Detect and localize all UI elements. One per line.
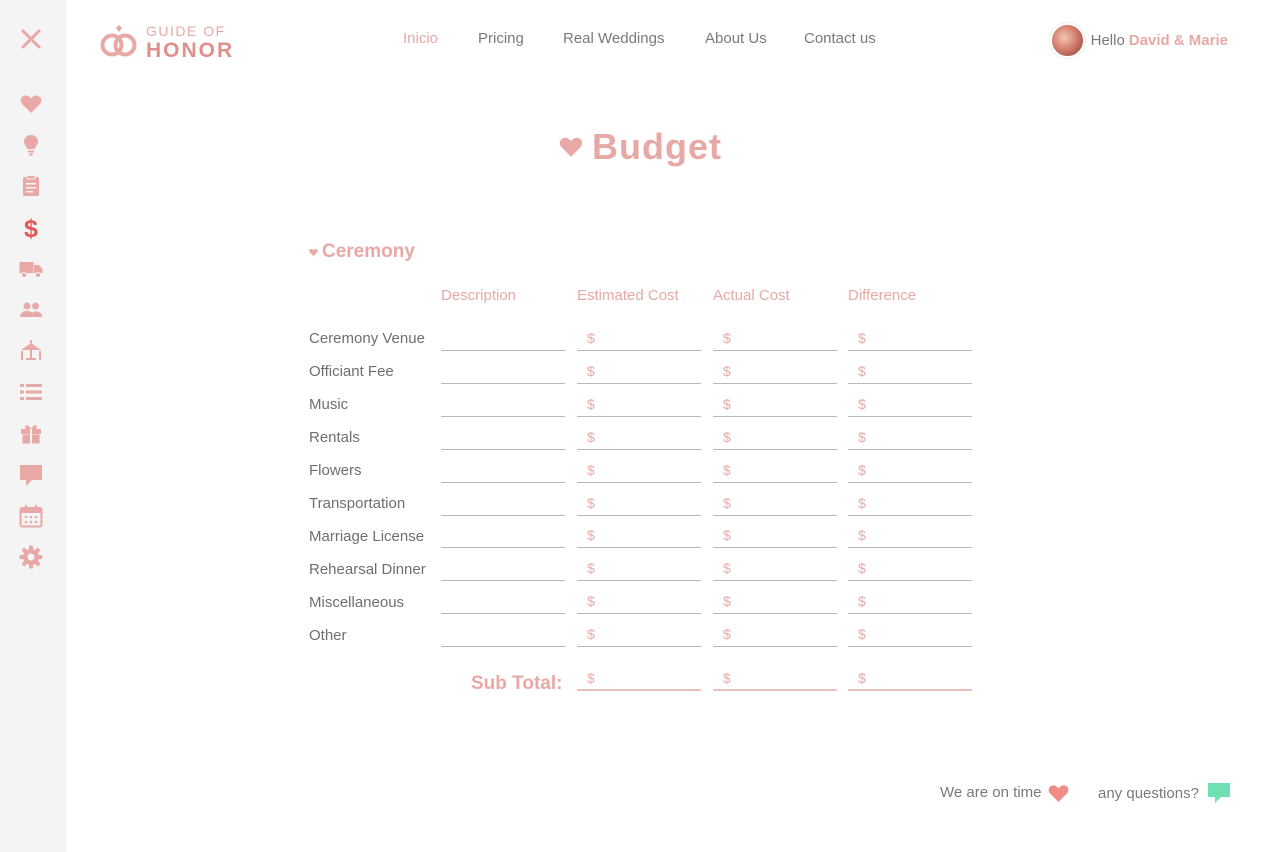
difference-field[interactable]: $ <box>848 426 972 450</box>
row-label: Flowers <box>309 462 362 479</box>
section-title: Ceremony <box>322 241 415 262</box>
chat-icon[interactable] <box>18 462 44 488</box>
description-input[interactable] <box>441 393 565 417</box>
actual-cost-input[interactable]: $ <box>713 459 837 483</box>
difference-field[interactable]: $ <box>848 524 972 548</box>
row-label: Rehearsal Dinner <box>309 561 426 578</box>
on-time-label: We are on time <box>940 784 1042 801</box>
estimated-cost-input[interactable]: $ <box>577 327 701 351</box>
estimated-cost-input[interactable]: $ <box>577 590 701 614</box>
page-header: Budget <box>0 126 1280 168</box>
actual-cost-input[interactable]: $ <box>713 492 837 516</box>
list-icon[interactable] <box>18 379 44 405</box>
actual-cost-input[interactable]: $ <box>713 590 837 614</box>
nav-pricing[interactable]: Pricing <box>478 30 524 47</box>
on-time-status[interactable]: We are on time <box>940 782 1070 803</box>
row-label: Ceremony Venue <box>309 330 425 347</box>
row-label: Transportation <box>309 495 406 512</box>
description-input[interactable] <box>441 426 565 450</box>
estimated-cost-input[interactable]: $ <box>577 393 701 417</box>
logo-line1: GUIDE OF <box>146 22 226 39</box>
difference-field[interactable]: $ <box>848 360 972 384</box>
user-name[interactable]: David & Marie <box>1129 32 1228 49</box>
estimated-cost-input[interactable]: $ <box>577 524 701 548</box>
gear-icon[interactable] <box>18 544 44 570</box>
actual-cost-input[interactable]: $ <box>713 426 837 450</box>
row-label: Music <box>309 396 349 413</box>
user-menu[interactable]: Hello David & Marie <box>1049 23 1228 58</box>
description-input[interactable] <box>441 360 565 384</box>
heart-icon <box>1049 785 1069 803</box>
description-input[interactable] <box>441 524 565 548</box>
page-title: Budget <box>592 126 722 167</box>
column-header-difference: Difference <box>848 287 917 304</box>
nav-real-weddings[interactable]: Real Weddings <box>563 30 664 47</box>
gift-icon[interactable] <box>18 420 44 446</box>
heart-icon <box>559 137 583 157</box>
clipboard-icon[interactable] <box>18 173 44 199</box>
estimated-cost-input[interactable]: $ <box>577 360 701 384</box>
description-input[interactable] <box>441 327 565 351</box>
column-header-actual-cost: Actual Cost <box>713 287 790 304</box>
estimated-cost-input[interactable]: $ <box>577 557 701 581</box>
actual-cost-input[interactable]: $ <box>713 557 837 581</box>
row-label: Other <box>309 627 347 644</box>
difference-field[interactable]: $ <box>848 492 972 516</box>
avatar[interactable] <box>1049 23 1085 58</box>
section-toggle-ceremony[interactable]: Ceremony <box>309 241 415 263</box>
actual-cost-input[interactable]: $ <box>713 623 837 647</box>
row-label: Rentals <box>309 429 360 446</box>
row-label: Marriage License <box>309 528 425 545</box>
difference-field[interactable]: $ <box>848 327 972 351</box>
description-input[interactable] <box>441 459 565 483</box>
column-header-description: Description <box>441 287 517 304</box>
table-seating-icon[interactable] <box>18 338 44 364</box>
difference-field[interactable]: $ <box>848 393 972 417</box>
difference-field[interactable]: $ <box>848 590 972 614</box>
actual-cost-input[interactable]: $ <box>713 524 837 548</box>
description-input[interactable] <box>441 623 565 647</box>
top-navigation: GUIDE OF HONOR Inicio Pricing Real Weddi… <box>66 0 1280 80</box>
questions-label: any questions? <box>1098 784 1199 802</box>
estimated-cost-input[interactable]: $ <box>577 426 701 450</box>
chat-icon <box>1207 783 1230 803</box>
actual-cost-input[interactable]: $ <box>713 360 837 384</box>
difference-field[interactable]: $ <box>848 623 972 647</box>
nav-inicio[interactable]: Inicio <box>403 30 438 47</box>
subtotal-label: Sub Total: <box>471 673 563 694</box>
subtotal-difference: $ <box>848 667 972 691</box>
description-input[interactable] <box>441 492 565 516</box>
truck-icon[interactable] <box>18 256 44 282</box>
difference-field[interactable]: $ <box>848 557 972 581</box>
nav-contact-us[interactable]: Contact us <box>804 30 876 47</box>
estimated-cost-input[interactable]: $ <box>577 492 701 516</box>
estimated-cost-input[interactable]: $ <box>577 623 701 647</box>
actual-cost-input[interactable]: $ <box>713 393 837 417</box>
difference-field[interactable]: $ <box>848 459 972 483</box>
close-icon[interactable] <box>18 26 44 52</box>
description-input[interactable] <box>441 590 565 614</box>
logo-line2: HONOR <box>146 38 235 62</box>
nav-about-us[interactable]: About Us <box>705 30 767 47</box>
logo[interactable]: GUIDE OF HONOR <box>100 22 234 62</box>
row-label: Officiant Fee <box>309 363 394 380</box>
subtotal-actual: $ <box>713 667 837 691</box>
calendar-icon[interactable] <box>18 503 44 529</box>
row-label: Miscellaneous <box>309 594 405 611</box>
heart-icon[interactable] <box>18 91 44 117</box>
guests-icon[interactable] <box>18 297 44 323</box>
user-greeting: Hello <box>1090 32 1125 49</box>
subtotal-estimated: $ <box>577 667 701 691</box>
actual-cost-input[interactable]: $ <box>713 327 837 351</box>
svg-text:$: $ <box>24 216 38 240</box>
description-input[interactable] <box>441 557 565 581</box>
heart-small-icon <box>309 248 318 256</box>
estimated-cost-input[interactable]: $ <box>577 459 701 483</box>
column-header-estimated-cost: Estimated Cost <box>577 287 679 304</box>
dollar-icon[interactable]: $ <box>18 215 44 241</box>
rings-logo-icon <box>100 25 137 57</box>
questions-button[interactable]: any questions? <box>1098 782 1231 804</box>
